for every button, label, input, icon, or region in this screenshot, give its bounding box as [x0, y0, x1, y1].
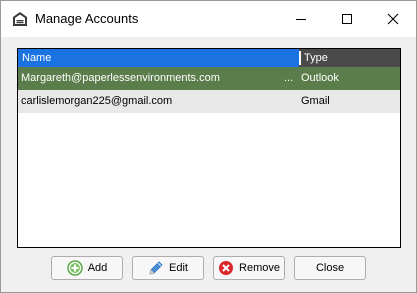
minimize-icon [296, 19, 306, 20]
account-type: Gmail [301, 95, 330, 107]
add-button[interactable]: Add [51, 256, 123, 280]
window-title: Manage Accounts [35, 11, 139, 26]
maximize-button[interactable] [324, 1, 370, 37]
edit-button[interactable]: Edit [132, 256, 204, 280]
table-row[interactable]: Margareth@paperlessenvironments.com ... … [18, 67, 400, 90]
mail-tray-icon [11, 10, 29, 28]
pencil-icon [149, 261, 163, 275]
accounts-list[interactable]: Name Type Margareth@paperlessenvironment… [17, 48, 401, 248]
close-icon [387, 13, 399, 25]
remove-circle-icon [219, 261, 234, 275]
close-window-button[interactable] [370, 1, 416, 37]
title-bar[interactable]: Manage Accounts [1, 1, 416, 37]
column-header-name[interactable]: Name [18, 49, 299, 67]
list-header: Name Type [18, 49, 400, 67]
minimize-button[interactable] [278, 1, 324, 37]
table-row[interactable]: carlislemorgan225@gmail.com Gmail [18, 90, 400, 113]
add-button-label: Add [87, 262, 108, 274]
column-separator[interactable] [299, 51, 301, 65]
close-button[interactable]: Close [294, 256, 366, 280]
manage-accounts-window: Manage Accounts Name Type Margareth@pape… [0, 0, 417, 293]
remove-button[interactable]: Remove [213, 256, 285, 280]
close-button-label: Close [315, 262, 345, 274]
account-type: Outlook [301, 72, 339, 84]
remove-button-label: Remove [239, 262, 280, 274]
account-name: carlislemorgan225@gmail.com [21, 95, 173, 107]
maximize-icon [342, 14, 352, 24]
truncation-ellipsis: ... [284, 72, 294, 84]
account-name: Margareth@paperlessenvironments.com [21, 72, 220, 84]
column-header-type[interactable]: Type [304, 49, 328, 67]
add-circle-icon [66, 260, 83, 276]
edit-button-label: Edit [169, 262, 188, 274]
